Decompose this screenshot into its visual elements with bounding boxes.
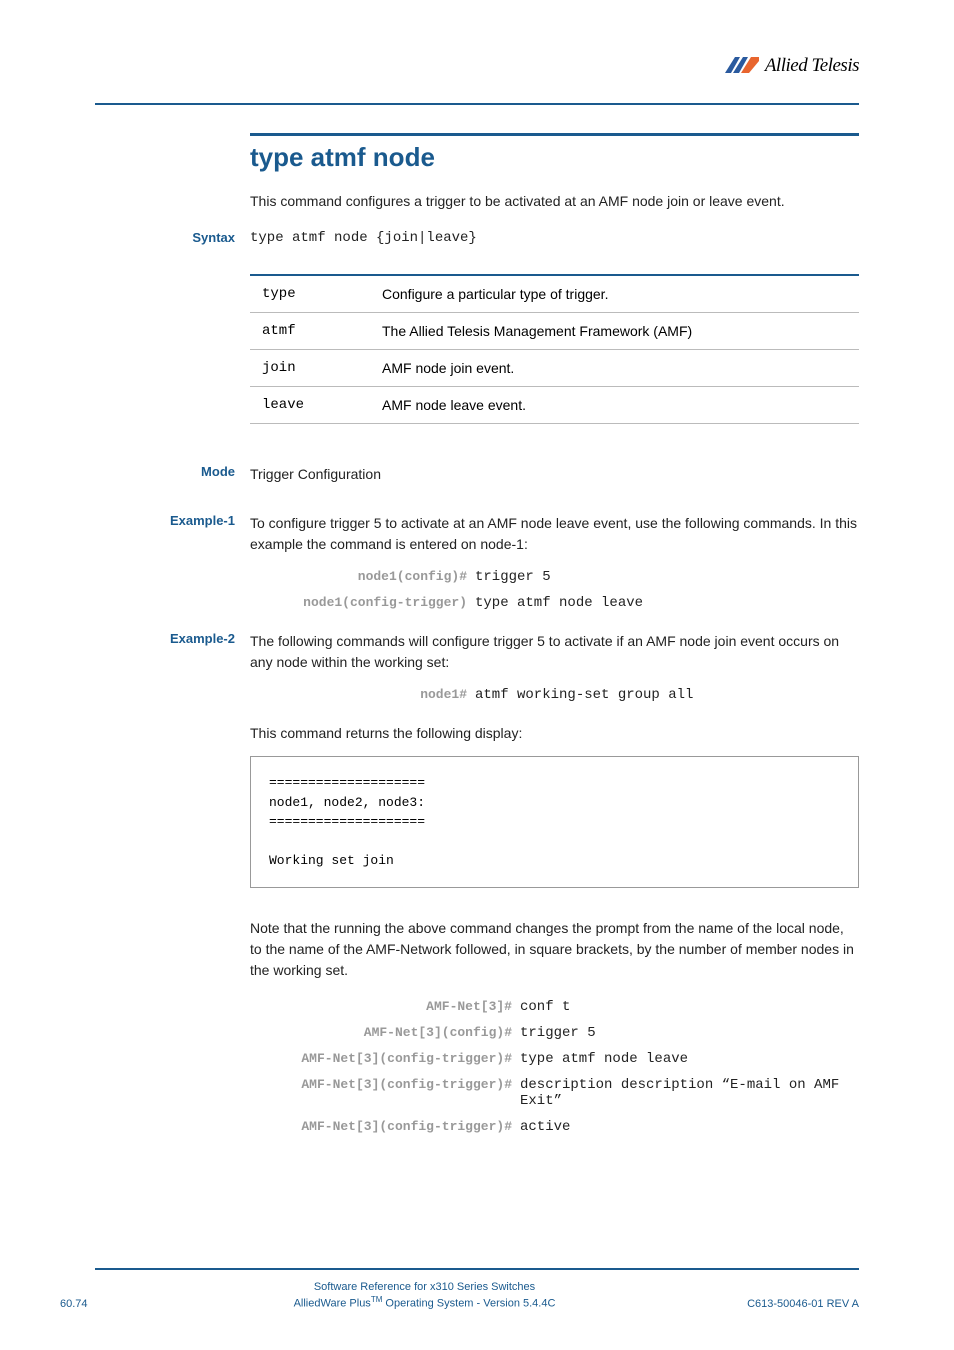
cmd-text: trigger 5: [520, 1025, 859, 1041]
cmd-text: trigger 5: [475, 569, 859, 585]
param-desc: The Allied Telesis Management Framework …: [370, 313, 859, 350]
syntax-row: Syntax type atmf node {join|leave}: [250, 230, 859, 246]
cmd-prompt: AMF-Net[3](config)#: [250, 1025, 520, 1041]
param-desc: AMF node join event.: [370, 350, 859, 387]
footer-page-number: 60.74: [60, 1298, 140, 1310]
footer-line2: AlliedWare PlusTM Operating System - Ver…: [140, 1295, 709, 1310]
logo-text: Allied Telesis: [765, 55, 859, 77]
syntax-label: Syntax: [95, 230, 235, 245]
cmd-prompt: node1#: [250, 687, 475, 703]
table-row: join AMF node join event.: [250, 350, 859, 387]
footer-line1: Software Reference for x310 Series Switc…: [140, 1281, 709, 1293]
parameter-table: type Configure a particular type of trig…: [250, 274, 859, 424]
example2-text: The following commands will configure tr…: [250, 631, 859, 673]
cmd-text: conf t: [520, 999, 859, 1015]
output-box: ==================== node1, node2, node3…: [250, 756, 859, 888]
mode-row: Mode Trigger Configuration: [250, 464, 859, 485]
cmd-line: AMF-Net[3]# conf t: [250, 999, 859, 1015]
intro-paragraph: This command configures a trigger to be …: [250, 191, 859, 212]
footer-center: Software Reference for x310 Series Switc…: [140, 1281, 709, 1310]
example2-follow-text: This command returns the following displ…: [250, 723, 859, 744]
example2-commands-2: AMF-Net[3]# conf t AMF-Net[3](config)# t…: [250, 999, 859, 1135]
param-name: type: [250, 275, 370, 313]
cmd-line: node1# atmf working-set group all: [250, 687, 859, 703]
main-content: type atmf node This command configures a…: [250, 133, 859, 1135]
param-desc: Configure a particular type of trigger.: [370, 275, 859, 313]
cmd-prompt: AMF-Net[3](config-trigger)#: [250, 1077, 520, 1109]
mode-text: Trigger Configuration: [250, 466, 381, 482]
cmd-line: node1(config)# trigger 5: [250, 569, 859, 585]
cmd-prompt: node1(config-trigger): [250, 595, 475, 611]
cmd-prompt: AMF-Net[3](config-trigger)#: [250, 1119, 520, 1135]
footer-doc-id: C613-50046-01 REV A: [709, 1298, 859, 1310]
page-header: Allied Telesis: [95, 50, 859, 105]
example1-text: To configure trigger 5 to activate at an…: [250, 513, 859, 555]
param-name: join: [250, 350, 370, 387]
cmd-text: type atmf node leave: [520, 1051, 859, 1067]
footer-divider: [95, 1268, 859, 1270]
param-name: leave: [250, 387, 370, 424]
logo-mark-icon: [725, 55, 759, 77]
cmd-line: AMF-Net[3](config-trigger)# type atmf no…: [250, 1051, 859, 1067]
cmd-text: type atmf node leave: [475, 595, 859, 611]
page-title: type atmf node: [250, 142, 859, 173]
syntax-code: type atmf node {join|leave}: [250, 230, 859, 246]
cmd-line: AMF-Net[3](config)# trigger 5: [250, 1025, 859, 1041]
example1-commands: node1(config)# trigger 5 node1(config-tr…: [250, 569, 859, 611]
param-desc: AMF node leave event.: [370, 387, 859, 424]
cmd-line: node1(config-trigger) type atmf node lea…: [250, 595, 859, 611]
section-title-wrap: type atmf node: [250, 133, 859, 173]
table-row: leave AMF node leave event.: [250, 387, 859, 424]
cmd-line: AMF-Net[3](config-trigger)# active: [250, 1119, 859, 1135]
cmd-line: AMF-Net[3](config-trigger)# description …: [250, 1077, 859, 1109]
table-row: type Configure a particular type of trig…: [250, 275, 859, 313]
example1-label: Example-1: [95, 513, 235, 528]
example1-row: Example-1 To configure trigger 5 to acti…: [250, 513, 859, 555]
cmd-text: active: [520, 1119, 859, 1135]
example2-commands-1: node1# atmf working-set group all: [250, 687, 859, 703]
brand-logo: Allied Telesis: [725, 55, 859, 77]
cmd-prompt: AMF-Net[3]#: [250, 999, 520, 1015]
cmd-text: atmf working-set group all: [475, 687, 859, 703]
cmd-text: description description “E-mail on AMF E…: [520, 1077, 859, 1109]
table-row: atmf The Allied Telesis Management Frame…: [250, 313, 859, 350]
page-footer: 60.74 Software Reference for x310 Series…: [60, 1281, 859, 1310]
example2-label: Example-2: [95, 631, 235, 646]
param-name: atmf: [250, 313, 370, 350]
cmd-prompt: AMF-Net[3](config-trigger)#: [250, 1051, 520, 1067]
example2-row: Example-2 The following commands will co…: [250, 631, 859, 673]
example2-note: Note that the running the above command …: [250, 918, 859, 981]
mode-label: Mode: [95, 464, 235, 479]
cmd-prompt: node1(config)#: [250, 569, 475, 585]
trademark-icon: TM: [371, 1295, 383, 1304]
